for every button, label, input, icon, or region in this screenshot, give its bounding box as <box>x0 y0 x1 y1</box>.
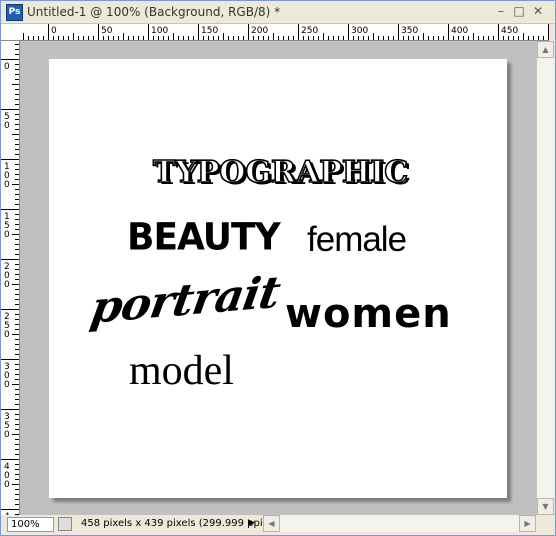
ruler-label: 450 <box>501 26 518 36</box>
scroll-right-button[interactable]: ▶ <box>519 515 536 532</box>
horizontal-scrollbar[interactable]: ◀ ▶ <box>263 515 536 532</box>
vertical-ruler[interactable]: 050100150200250300350400450 <box>1 41 20 515</box>
ruler-label: 0 <box>4 280 10 290</box>
close-button[interactable]: ✕ <box>530 4 546 19</box>
document-info-icon[interactable] <box>58 517 72 531</box>
ruler-label: 0 <box>4 180 10 190</box>
ruler-label: 0 <box>4 430 10 440</box>
vertical-scrollbar[interactable]: ▲ ▼ <box>536 41 554 515</box>
status-bar: 100% 458 pixels x 439 pixels (299.999 pp… <box>1 515 267 533</box>
word-female: female <box>307 220 407 259</box>
word-women: women <box>285 291 452 337</box>
ruler-label: 0 <box>4 380 10 390</box>
ruler-label: 200 <box>251 26 268 36</box>
ruler-origin[interactable] <box>1 24 20 41</box>
word-typographic: TYPOGRAPHIC <box>152 154 409 191</box>
status-menu-arrow-icon[interactable]: ▶ <box>248 518 255 528</box>
document-size-info: 458 pixels x 439 pixels (299.999 ppi) <box>81 518 267 529</box>
zoom-input[interactable]: 100% <box>7 517 54 532</box>
minimize-button[interactable]: – <box>493 4 509 19</box>
scroll-up-button[interactable]: ▲ <box>537 41 554 58</box>
word-model: model <box>129 348 234 394</box>
canvas-area[interactable]: TYPOGRAPHIC BEAUTY female portrait women… <box>20 41 536 515</box>
ruler-label: 0 <box>4 330 10 340</box>
resize-grip-icon[interactable] <box>537 516 553 532</box>
ruler-label: 0 <box>51 26 57 36</box>
horizontal-ruler[interactable]: 0 50 100 150 200 250 300 350 400 450 <box>19 24 549 41</box>
ruler-label: 400 <box>451 26 468 36</box>
vertical-ruler-ticks: 050100150200250300350400450 <box>1 44 19 515</box>
scroll-left-button[interactable]: ◀ <box>263 515 280 532</box>
document-window: Ps Untitled-1 @ 100% (Background, RGB/8)… <box>0 0 556 536</box>
ruler-label: 150 <box>201 26 218 36</box>
maximize-button[interactable]: □ <box>511 4 527 19</box>
photoshop-icon: Ps <box>6 4 23 21</box>
ruler-label: 300 <box>351 26 368 36</box>
ruler-label: 0 <box>4 62 10 72</box>
window-title: Untitled-1 @ 100% (Background, RGB/8) * <box>27 5 281 19</box>
ruler-label: 0 <box>4 230 10 240</box>
ruler-label: 250 <box>301 26 318 36</box>
word-beauty: BEAUTY <box>127 215 281 260</box>
word-portrait: portrait <box>87 267 284 334</box>
document-canvas[interactable]: TYPOGRAPHIC BEAUTY female portrait women… <box>49 59 507 498</box>
title-bar[interactable]: Ps Untitled-1 @ 100% (Background, RGB/8)… <box>1 1 555 24</box>
ruler-label: 350 <box>401 26 418 36</box>
ruler-label: 100 <box>151 26 168 36</box>
ruler-label: 0 <box>4 121 10 131</box>
ruler-label: 0 <box>4 480 10 490</box>
ruler-label: 50 <box>101 26 113 36</box>
scroll-down-button[interactable]: ▼ <box>537 498 554 515</box>
horizontal-ruler-ticks: 0 50 100 150 200 250 300 350 400 450 <box>23 24 549 40</box>
